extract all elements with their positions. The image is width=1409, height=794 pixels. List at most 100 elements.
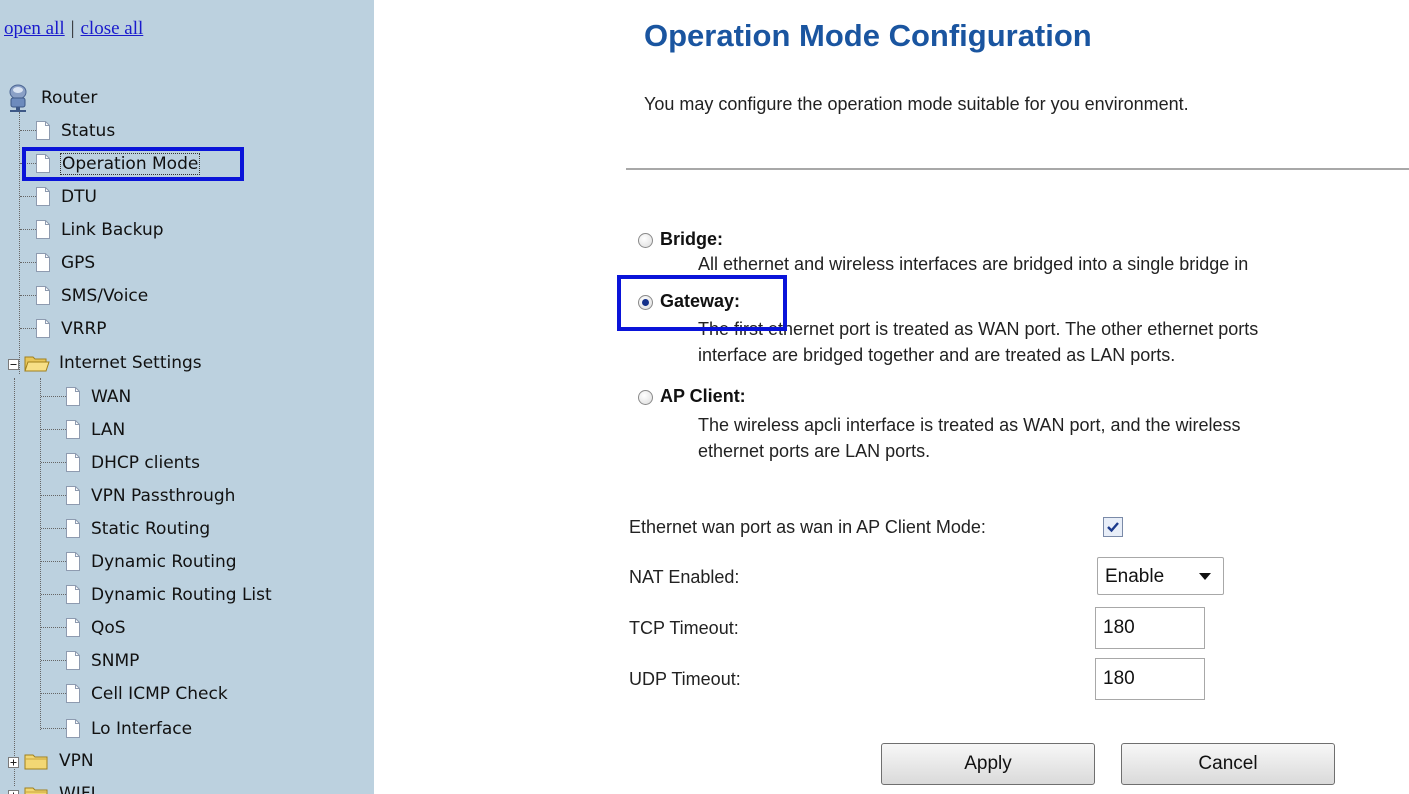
tree-branch: [20, 196, 36, 197]
tree-branch: [41, 693, 66, 694]
sidebar-tree: open all | close all Router Status Operati…: [0, 0, 374, 794]
tree-branch: [41, 429, 66, 430]
sidebar-item-label: Status: [61, 120, 116, 141]
sidebar-item-label: DHCP clients: [91, 452, 200, 473]
tree-branch: [41, 495, 66, 496]
sidebar-item-label: SNMP: [91, 650, 140, 671]
nat-label: NAT Enabled:: [629, 567, 740, 587]
sidebar-item-label: VPN Passthrough: [91, 485, 236, 506]
sidebar-item-label: Link Backup: [61, 219, 164, 240]
sidebar-item-label: QoS: [91, 617, 126, 638]
open-all-link[interactable]: open all: [4, 18, 65, 39]
sidebar-item-static-routing[interactable]: Static Routing: [66, 512, 211, 545]
tree-branch: [41, 627, 66, 628]
mode-label-ap-client: AP Client:: [660, 386, 746, 406]
sidebar-item-label: Static Routing: [91, 518, 211, 539]
toolbar-separator: |: [70, 18, 75, 39]
tree-line: [19, 112, 20, 374]
sidebar-item-link-backup[interactable]: Link Backup: [36, 213, 165, 246]
main-content: Operation Mode Configuration You may con…: [374, 0, 1409, 794]
sidebar-item-sms-voice[interactable]: SMS/Voice: [36, 279, 149, 312]
sidebar-item-wan[interactable]: WAN: [66, 380, 132, 413]
sidebar-item-status[interactable]: Status: [36, 114, 116, 147]
eth-wan-checkbox[interactable]: [1103, 517, 1123, 537]
sidebar-folder-wifi[interactable]: WIFI: [24, 777, 97, 794]
tree-branch: [41, 660, 66, 661]
nat-select[interactable]: Enable: [1097, 557, 1224, 595]
document-icon: [66, 420, 80, 439]
cancel-button[interactable]: Cancel: [1121, 743, 1335, 785]
mode-label-gateway: Gateway:: [660, 291, 741, 311]
sidebar-item-vpn-passthrough[interactable]: VPN Passthrough: [66, 479, 236, 512]
page-description: You may configure the operation mode sui…: [644, 94, 1189, 114]
mode-label-bridge: Bridge:: [660, 229, 723, 249]
nat-selected-value: Enable: [1105, 566, 1165, 587]
document-icon: [66, 719, 80, 738]
document-icon: [66, 453, 80, 472]
sidebar-folder-label: WIFI: [59, 783, 96, 794]
sidebar-item-label: Cell ICMP Check: [91, 683, 228, 704]
mode-desc-line: ethernet ports are LAN ports.: [698, 441, 931, 461]
sidebar-item-qos[interactable]: QoS: [66, 611, 127, 644]
tree-branch: [41, 594, 66, 595]
sidebar-item-snmp[interactable]: SNMP: [66, 644, 140, 677]
eth-wan-label: Ethernet wan port as wan in AP Client Mo…: [629, 517, 986, 537]
tree-root-router[interactable]: Router: [8, 81, 98, 114]
collapse-toggle-icon[interactable]: [8, 357, 19, 370]
sidebar-item-label: Lo Interface: [91, 718, 193, 739]
document-icon: [36, 253, 50, 272]
mode-desc-line: The first ethernet port is treated as WA…: [698, 319, 1259, 339]
document-icon: [36, 286, 50, 305]
sidebar-item-label: DTU: [61, 186, 97, 207]
sidebar-item-lan[interactable]: LAN: [66, 413, 126, 446]
sidebar-item-dynamic-routing-list[interactable]: Dynamic Routing List: [66, 578, 273, 611]
sidebar-item-dhcp-clients[interactable]: DHCP clients: [66, 446, 201, 479]
mode-desc-ap-client: The wireless apcli interface is treated …: [698, 412, 1241, 464]
document-icon: [36, 187, 50, 206]
sidebar-folder-vpn[interactable]: VPN: [24, 744, 95, 777]
apply-button[interactable]: Apply: [881, 743, 1095, 785]
radio-gateway[interactable]: [638, 295, 653, 310]
expand-toggle-icon[interactable]: [8, 755, 19, 768]
radio-selected-dot: [642, 299, 649, 306]
radio-ap-client[interactable]: [638, 390, 653, 405]
sidebar-item-label: Dynamic Routing List: [91, 584, 272, 605]
mode-desc-bridge: All ethernet and wireless interfaces are…: [698, 251, 1248, 277]
tree-branch: [20, 130, 36, 131]
tree-branch: [20, 229, 36, 230]
document-icon: [36, 121, 50, 140]
tcp-timeout-input[interactable]: [1095, 607, 1205, 649]
sidebar-folder-label: VPN: [59, 750, 94, 771]
folder-icon: [24, 784, 50, 794]
document-icon: [66, 618, 80, 637]
tree-branch: [20, 328, 36, 329]
sidebar-item-cell-icmp-check[interactable]: Cell ICMP Check: [66, 677, 229, 710]
expand-toggle-icon[interactable]: [8, 788, 19, 794]
mode-desc-line: All ethernet and wireless interfaces are…: [698, 254, 1249, 274]
folder-icon: [24, 751, 50, 771]
close-all-link[interactable]: close all: [81, 18, 144, 39]
radio-bridge[interactable]: [638, 233, 653, 248]
document-icon: [66, 387, 80, 406]
sidebar-item-dtu[interactable]: DTU: [36, 180, 98, 213]
tree-branch: [41, 396, 66, 397]
sidebar-item-vrrp[interactable]: VRRP: [36, 312, 108, 345]
sidebar-item-dynamic-routing[interactable]: Dynamic Routing: [66, 545, 238, 578]
sidebar-folder-internet-settings[interactable]: Internet Settings: [24, 346, 203, 379]
tree-branch: [41, 528, 66, 529]
tree-branch: [20, 262, 36, 263]
divider: [626, 168, 1409, 170]
sidebar-item-operation-mode[interactable]: Operation Mode: [36, 147, 201, 180]
udp-timeout-label: UDP Timeout:: [629, 669, 741, 689]
page-title: Operation Mode Configuration: [644, 18, 1092, 53]
sidebar-item-lo-interface[interactable]: Lo Interface: [66, 712, 193, 745]
document-icon: [36, 220, 50, 239]
sidebar-item-gps[interactable]: GPS: [36, 246, 96, 279]
document-icon: [66, 519, 80, 538]
document-icon: [66, 486, 80, 505]
sidebar-item-label: Dynamic Routing: [91, 551, 237, 572]
checkmark-icon: [1107, 522, 1119, 533]
udp-timeout-input[interactable]: [1095, 658, 1205, 700]
sidebar-item-label: WAN: [91, 386, 132, 407]
tree-line: [40, 378, 41, 730]
